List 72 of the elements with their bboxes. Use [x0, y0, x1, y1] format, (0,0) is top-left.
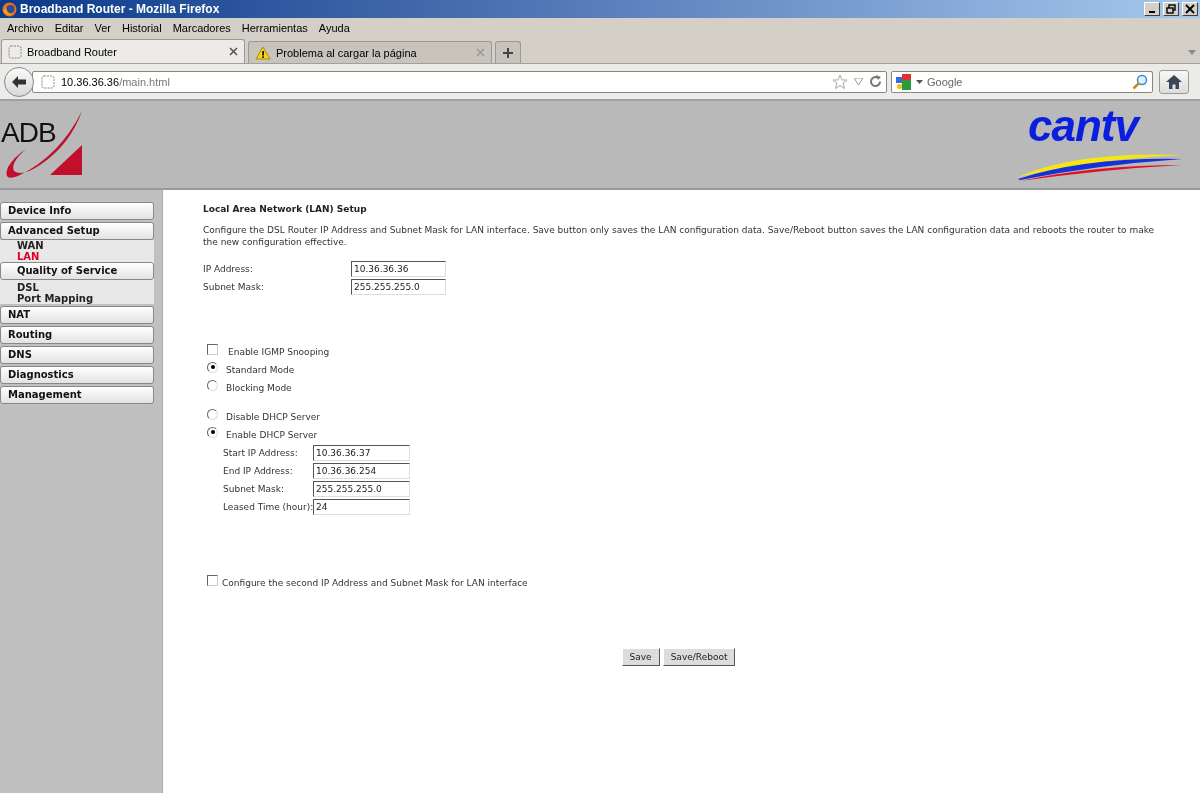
menu-item[interactable]: Archivo	[3, 22, 48, 34]
home-icon[interactable]	[1166, 74, 1182, 89]
option-label: Configure the second IP Address and Subnet Mask for LAN interface	[222, 578, 528, 588]
field-label: Leased Time (hour):	[223, 502, 313, 512]
google-icon[interactable]	[896, 73, 912, 90]
menu-item[interactable]: Ayuda	[314, 22, 354, 34]
input-field[interactable]: 255.255.255.0	[351, 279, 446, 295]
back-arrow-icon[interactable]	[11, 74, 27, 89]
menu-item[interactable]: Ver	[90, 22, 115, 34]
blank-page-icon	[8, 44, 22, 59]
warning-icon	[255, 45, 271, 60]
field-label: Subnet Mask:	[223, 484, 285, 494]
description-text: Configure the DSL Router IP Address and Subnet Mask for LAN interface. Save button only saves the LAN configuration data. Save/Reboot button saves the LAN configuration data and reboots the router to make the new configuration effective.	[203, 224, 1156, 248]
sidebar-item[interactable]: NAT	[0, 306, 154, 324]
dropdown-arrow-icon[interactable]	[916, 79, 923, 84]
menu-item[interactable]: Herramientas	[237, 22, 312, 34]
checkbox[interactable]	[207, 343, 218, 355]
window-title: Broadband Router - Mozilla Firefox	[20, 2, 221, 16]
input-field[interactable]: 10.36.36.37	[313, 445, 410, 461]
new-tab-button[interactable]	[495, 41, 521, 63]
option-label: Blocking Mode	[226, 383, 292, 393]
sidebar-item[interactable]: Diagnostics	[0, 366, 154, 384]
radio-button[interactable]	[207, 361, 218, 373]
home-button[interactable]	[1159, 69, 1189, 94]
form-button[interactable]: Save/Reboot	[662, 648, 736, 666]
form-button[interactable]: Save	[621, 648, 660, 666]
sidebar-item[interactable]: Routing	[0, 326, 154, 344]
browser-tab[interactable]: Broadband Router	[1, 39, 245, 63]
option-label: Enable IGMP Snooping	[228, 347, 330, 357]
field-label: End IP Address:	[223, 466, 294, 476]
field-label: IP Address:	[203, 264, 254, 274]
address-bar[interactable]: 10.36.36.36/main.html	[32, 70, 887, 93]
sidebar-item[interactable]: Device Info	[0, 202, 154, 220]
field-label: Start IP Address:	[223, 448, 299, 458]
back-button[interactable]	[4, 66, 34, 97]
tab-label: Broadband Router	[27, 45, 118, 58]
sidebar-link[interactable]: Port Mapping	[0, 293, 94, 304]
sidebar-item[interactable]: Quality of Service	[0, 262, 154, 280]
sidebar-link[interactable]: DSL	[0, 282, 39, 293]
input-field[interactable]: 24	[313, 499, 410, 515]
radio-button[interactable]	[207, 379, 218, 391]
option-label: Disable DHCP Server	[226, 412, 321, 422]
menu-item[interactable]: Historial	[117, 22, 166, 34]
blank-page-icon	[41, 74, 55, 89]
sidebar-link[interactable]: LAN	[0, 251, 40, 262]
url-text: 10.36.36.36/main.html	[61, 75, 171, 88]
option-label: Standard Mode	[226, 365, 295, 375]
tab-label: Problema al cargar la página	[276, 46, 418, 59]
input-field[interactable]: 10.36.36.254	[313, 463, 410, 479]
option-label: Enable DHCP Server	[226, 430, 318, 440]
plus-icon[interactable]	[502, 46, 514, 59]
menu-item[interactable]: Editar	[50, 22, 88, 34]
menu-item[interactable]: Marcadores	[168, 22, 235, 34]
checkbox[interactable]	[207, 574, 218, 586]
radio-button[interactable]	[207, 408, 218, 420]
input-field[interactable]: 10.36.36.36	[351, 261, 446, 277]
logo-text: ADB	[1, 116, 56, 149]
search-bar[interactable]: Google	[891, 70, 1153, 93]
input-field[interactable]: 255.255.255.0	[313, 481, 410, 497]
browser-tab[interactable]: Problema al cargar la página	[248, 41, 492, 63]
sidebar-item[interactable]: DNS	[0, 346, 154, 364]
star-icon[interactable]	[832, 73, 848, 90]
firefox-logo-icon	[2, 1, 17, 17]
close-icon[interactable]	[229, 47, 238, 56]
sidebar-link[interactable]: WAN	[0, 240, 44, 251]
sidebar-item[interactable]: Management	[0, 386, 154, 404]
field-label: Subnet Mask:	[203, 282, 265, 292]
radio-button[interactable]	[207, 426, 218, 438]
sidebar-item[interactable]: Advanced Setup	[0, 222, 154, 240]
search-icon[interactable]	[1132, 73, 1148, 90]
reload-icon[interactable]	[869, 75, 882, 88]
section-title: Local Area Network (LAN) Setup	[203, 204, 368, 214]
